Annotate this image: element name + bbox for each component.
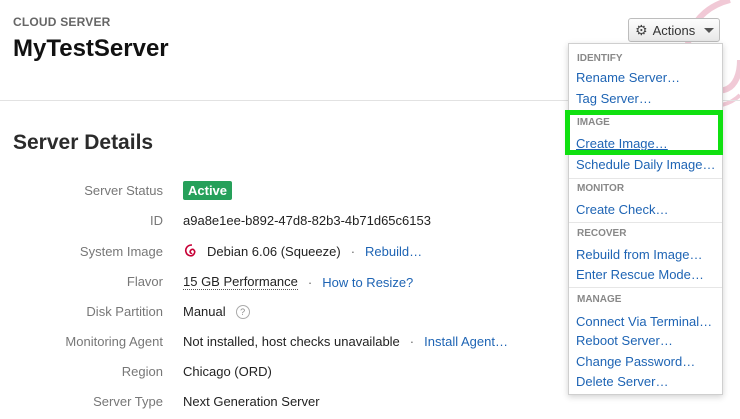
menu-heading-identify: IDENTIFY (577, 53, 623, 64)
menu-item-connect-via-terminal[interactable]: Connect Via Terminal… (576, 314, 712, 329)
monitoring-agent-label: Monitoring Agent (65, 334, 163, 349)
status-badge: Active (183, 181, 233, 200)
system-image-name: Debian 6.06 (Squeeze) (207, 243, 341, 259)
server-status-value: Active (183, 181, 233, 200)
id-label: ID (150, 213, 163, 228)
server-type-value: Next Generation Server (183, 394, 320, 409)
disk-partition-text: Manual (183, 304, 226, 319)
menu-divider (569, 222, 722, 223)
menu-heading-monitor: MONITOR (577, 183, 625, 194)
menu-item-schedule-daily-image[interactable]: Schedule Daily Image… (576, 157, 715, 172)
disk-partition-value: Manual ? (183, 304, 250, 319)
menu-item-delete-server[interactable]: Delete Server… (576, 374, 668, 389)
flavor-value: 15 GB Performance · How to Resize? (183, 274, 413, 290)
server-type-label: Server Type (93, 394, 163, 409)
menu-heading-recover: RECOVER (577, 228, 627, 239)
rebuild-link[interactable]: Rebuild… (365, 244, 422, 259)
install-agent-link[interactable]: Install Agent… (424, 334, 508, 349)
separator-dot: · (350, 243, 356, 259)
system-image-label: System Image (79, 244, 163, 259)
menu-divider (569, 178, 722, 179)
menu-item-rebuild-from-image[interactable]: Rebuild from Image… (576, 247, 702, 262)
menu-item-change-password[interactable]: Change Password… (576, 354, 695, 369)
monitoring-agent-text: Not installed, host checks unavailable (183, 334, 400, 349)
id-value: a9a8e1ee-b892-47d8-82b3-4b71d65c6153 (183, 213, 431, 228)
separator-dot: · (409, 334, 415, 349)
monitoring-agent-value: Not installed, host checks unavailable ·… (183, 334, 508, 349)
system-image-value: Debian 6.06 (Squeeze) · Rebuild… (183, 243, 422, 259)
menu-item-reboot-server[interactable]: Reboot Server… (576, 333, 673, 348)
region-value: Chicago (ORD) (183, 364, 272, 379)
disk-partition-label: Disk Partition (86, 304, 163, 319)
menu-item-tag-server[interactable]: Tag Server… (576, 91, 652, 106)
chevron-down-icon (704, 27, 715, 33)
actions-button[interactable]: ⚙ Actions (628, 18, 720, 42)
debian-icon (184, 244, 196, 257)
menu-item-rename-server[interactable]: Rename Server… (576, 70, 680, 85)
actions-button-label: Actions (652, 22, 696, 38)
separator-dot: · (307, 274, 313, 290)
gear-icon: ⚙ (635, 21, 648, 38)
region-label: Region (121, 364, 163, 379)
highlight-box (565, 110, 723, 155)
section-title: Server Details (13, 131, 154, 154)
menu-item-enter-rescue-mode[interactable]: Enter Rescue Mode… (576, 267, 704, 282)
help-icon[interactable]: ? (235, 304, 250, 319)
menu-divider (569, 287, 722, 288)
flavor-label: Flavor (126, 274, 163, 289)
menu-heading-manage: MANAGE (577, 294, 622, 305)
flavor-name: 15 GB Performance (183, 274, 298, 290)
actions-menu: IDENTIFY Rename Server… Tag Server… IMAG… (568, 43, 723, 395)
server-status-label: Server Status (84, 183, 163, 198)
how-to-resize-link[interactable]: How to Resize? (322, 275, 413, 290)
page-eyebrow: CLOUD SERVER (13, 15, 111, 29)
menu-item-create-check[interactable]: Create Check… (576, 202, 668, 217)
page-title: MyTestServer (13, 35, 169, 62)
